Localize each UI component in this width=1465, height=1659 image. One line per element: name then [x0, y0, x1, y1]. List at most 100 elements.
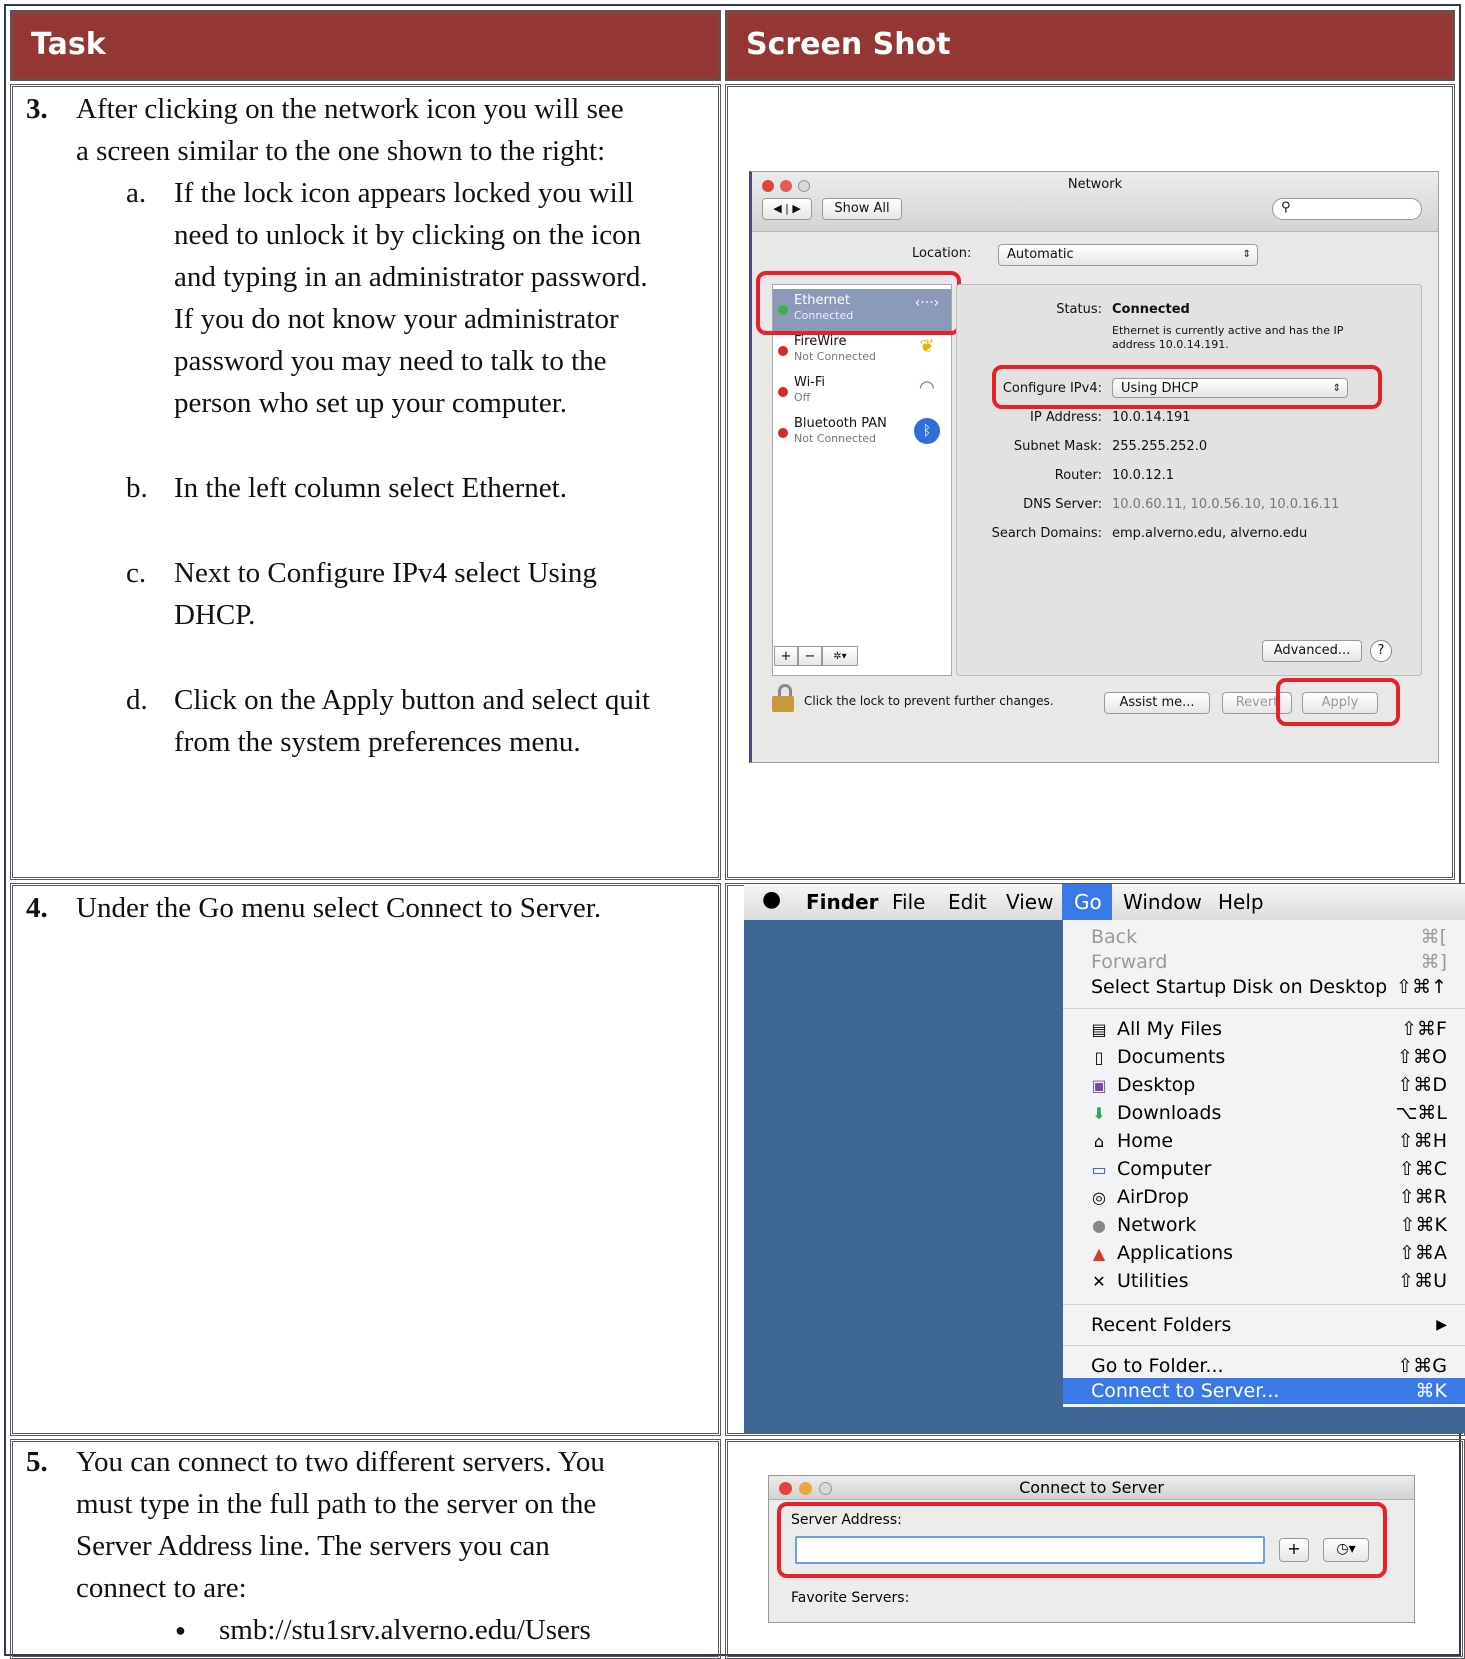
item-shortcut: ⇧⌘K: [1399, 1214, 1447, 1236]
sub-line: from the system preferences menu.: [174, 726, 581, 758]
menu-item-documents[interactable]: ▯ Documents ⇧⌘O: [1063, 1044, 1465, 1072]
menu-help[interactable]: Help: [1218, 890, 1264, 914]
show-all-button[interactable]: Show All: [822, 198, 902, 220]
menu-window[interactable]: Window: [1123, 890, 1202, 914]
sub-line: password you may need to talk to the: [174, 345, 607, 377]
status-dot: [778, 428, 788, 438]
menu-item-airdrop[interactable]: ◎ AirDrop ⇧⌘R: [1063, 1184, 1465, 1212]
menu-item-forward[interactable]: Forward ⌘]: [1063, 949, 1465, 977]
window-title: Network: [1067, 177, 1123, 192]
menu-item-recent-folders[interactable]: Recent Folders ▶: [1063, 1312, 1465, 1340]
dns-value: 10.0.60.11, 10.0.56.10, 10.0.16.11: [1112, 497, 1340, 512]
item-label: Network: [1117, 1214, 1197, 1236]
home-icon: ⌂: [1093, 1132, 1105, 1151]
sub-line: Next to Configure IPv4 select Using: [174, 557, 597, 589]
menu-item-network[interactable]: ● Network ⇧⌘K: [1063, 1212, 1465, 1240]
location-select[interactable]: Automatic ⇕: [998, 244, 1258, 266]
bullet-dot: ●: [175, 1620, 186, 1640]
sub-line: and typing in an administrator password.: [174, 261, 648, 293]
menu-separator: [1063, 1345, 1465, 1346]
item-shortcut: ⌘]: [1420, 951, 1447, 973]
item-label: Go to Folder...: [1091, 1355, 1224, 1377]
step3-line-1: After clicking on the network icon you w…: [76, 93, 624, 125]
menu-go[interactable]: Go: [1074, 890, 1102, 914]
sub-line: If you do not know your administrator: [174, 303, 619, 335]
service-name: FireWire: [794, 334, 847, 349]
menu-edit[interactable]: Edit: [948, 890, 987, 914]
window-titlebar: Network ◀ | ▶ Show All ⚲: [752, 172, 1438, 232]
status-dot: [778, 387, 788, 397]
finder-menubar: ● Finder File Edit View Go Window Help: [744, 884, 1465, 920]
lock-icon[interactable]: [772, 684, 798, 714]
item-label: Forward: [1091, 951, 1168, 973]
advanced-button[interactable]: Advanced...: [1262, 640, 1362, 662]
utilities-icon: ✕: [1092, 1272, 1106, 1291]
search-input[interactable]: ⚲: [1272, 198, 1422, 220]
menu-separator: [1063, 1008, 1465, 1009]
subnet-label: Subnet Mask:: [1013, 439, 1102, 454]
menu-item-desktop[interactable]: ▣ Desktop ⇧⌘D: [1063, 1072, 1465, 1100]
step5-line-1: You can connect to two different servers…: [76, 1446, 605, 1478]
stepper-icon: ⇕: [1242, 249, 1251, 260]
network-icon: ●: [1092, 1216, 1106, 1235]
sub-line: Click on the Apply button and select qui…: [174, 684, 651, 716]
server-address-highlight: [777, 1502, 1387, 1578]
sub-label: b.: [126, 472, 148, 504]
remove-service-button[interactable]: −: [798, 646, 822, 666]
item-label: Back: [1091, 926, 1138, 948]
screenshot-column-header: Screen Shot: [725, 10, 1455, 81]
step5-line-2: must type in the full path to the server…: [76, 1488, 597, 1520]
menu-item-downloads[interactable]: ⬇ Downloads ⌥⌘L: [1063, 1100, 1465, 1128]
item-label: Documents: [1117, 1046, 1226, 1068]
menu-file[interactable]: File: [892, 890, 925, 914]
item-label: Home: [1117, 1130, 1174, 1152]
assist-me-button[interactable]: Assist me...: [1104, 692, 1210, 714]
menu-item-connect-to-server[interactable]: Connect to Server... ⌘K: [1063, 1378, 1465, 1404]
dns-label: DNS Server:: [1023, 497, 1102, 512]
step3-line-2: a screen similar to the one shown to the…: [76, 135, 606, 167]
menu-item-all-my-files[interactable]: ▤ All My Files ⇧⌘F: [1063, 1016, 1465, 1044]
status-value: Connected: [1112, 302, 1190, 317]
item-shortcut: ⇧⌘U: [1398, 1270, 1447, 1292]
step4-line: Under the Go menu select Connect to Serv…: [76, 892, 602, 924]
item-label: Desktop: [1117, 1074, 1196, 1096]
help-button[interactable]: ?: [1370, 640, 1392, 662]
add-service-button[interactable]: +: [774, 646, 798, 666]
back-forward-buttons[interactable]: ◀ | ▶: [762, 198, 812, 220]
menu-finder[interactable]: Finder: [806, 890, 879, 914]
step5-line-3: Server Address line. The servers you can: [76, 1530, 550, 1562]
menu-item-computer[interactable]: ▭ Computer ⇧⌘C: [1063, 1156, 1465, 1184]
service-wifi[interactable]: Wi-Fi Off ◠: [776, 375, 946, 415]
router-label: Router:: [1054, 468, 1102, 483]
bluetooth-icon: ᛒ: [914, 418, 940, 444]
apple-icon[interactable]: ●: [762, 887, 781, 912]
sub-line: person who set up your computer.: [174, 387, 568, 419]
menu-item-back[interactable]: Back ⌘[: [1063, 924, 1465, 952]
sub-label: d.: [126, 684, 148, 716]
location-label: Location:: [912, 246, 972, 261]
task-header-text: Task: [31, 27, 106, 62]
service-bluetooth[interactable]: Bluetooth PAN Not Connected ᛒ: [776, 416, 946, 456]
menu-item-home[interactable]: ⌂ Home ⇧⌘H: [1063, 1128, 1465, 1156]
router-value: 10.0.12.1: [1112, 468, 1175, 483]
service-firewire[interactable]: FireWire Not Connected ❦: [776, 334, 946, 374]
menu-item-applications[interactable]: ▲ Applications ⇧⌘A: [1063, 1240, 1465, 1268]
item-shortcut: ⇧⌘H: [1397, 1130, 1447, 1152]
status-dot: [778, 346, 788, 356]
menu-item-utilities[interactable]: ✕ Utilities ⇧⌘U: [1063, 1268, 1465, 1296]
item-label: Recent Folders: [1091, 1314, 1232, 1336]
task-column-header: Task: [10, 10, 721, 81]
applications-icon: ▲: [1092, 1244, 1106, 1263]
menu-item-go-to-folder[interactable]: Go to Folder... ⇧⌘G: [1063, 1353, 1465, 1381]
menu-item-startup-disk[interactable]: Select Startup Disk on Desktop ⇧⌘↑: [1063, 974, 1465, 1002]
item-label: Utilities: [1117, 1270, 1189, 1292]
ethernet-highlight: [756, 271, 961, 335]
item-shortcut: ⌥⌘L: [1395, 1102, 1447, 1124]
gear-menu-button[interactable]: ✲▾: [822, 646, 858, 666]
step5-line-4: connect to are:: [76, 1572, 247, 1604]
window-titlebar: Connect to Server: [769, 1476, 1414, 1500]
menu-view[interactable]: View: [1006, 890, 1053, 914]
item-shortcut: ⇧⌘↑: [1396, 976, 1447, 998]
step5-number: 5.: [26, 1446, 48, 1478]
sub-line: DHCP.: [174, 599, 256, 631]
